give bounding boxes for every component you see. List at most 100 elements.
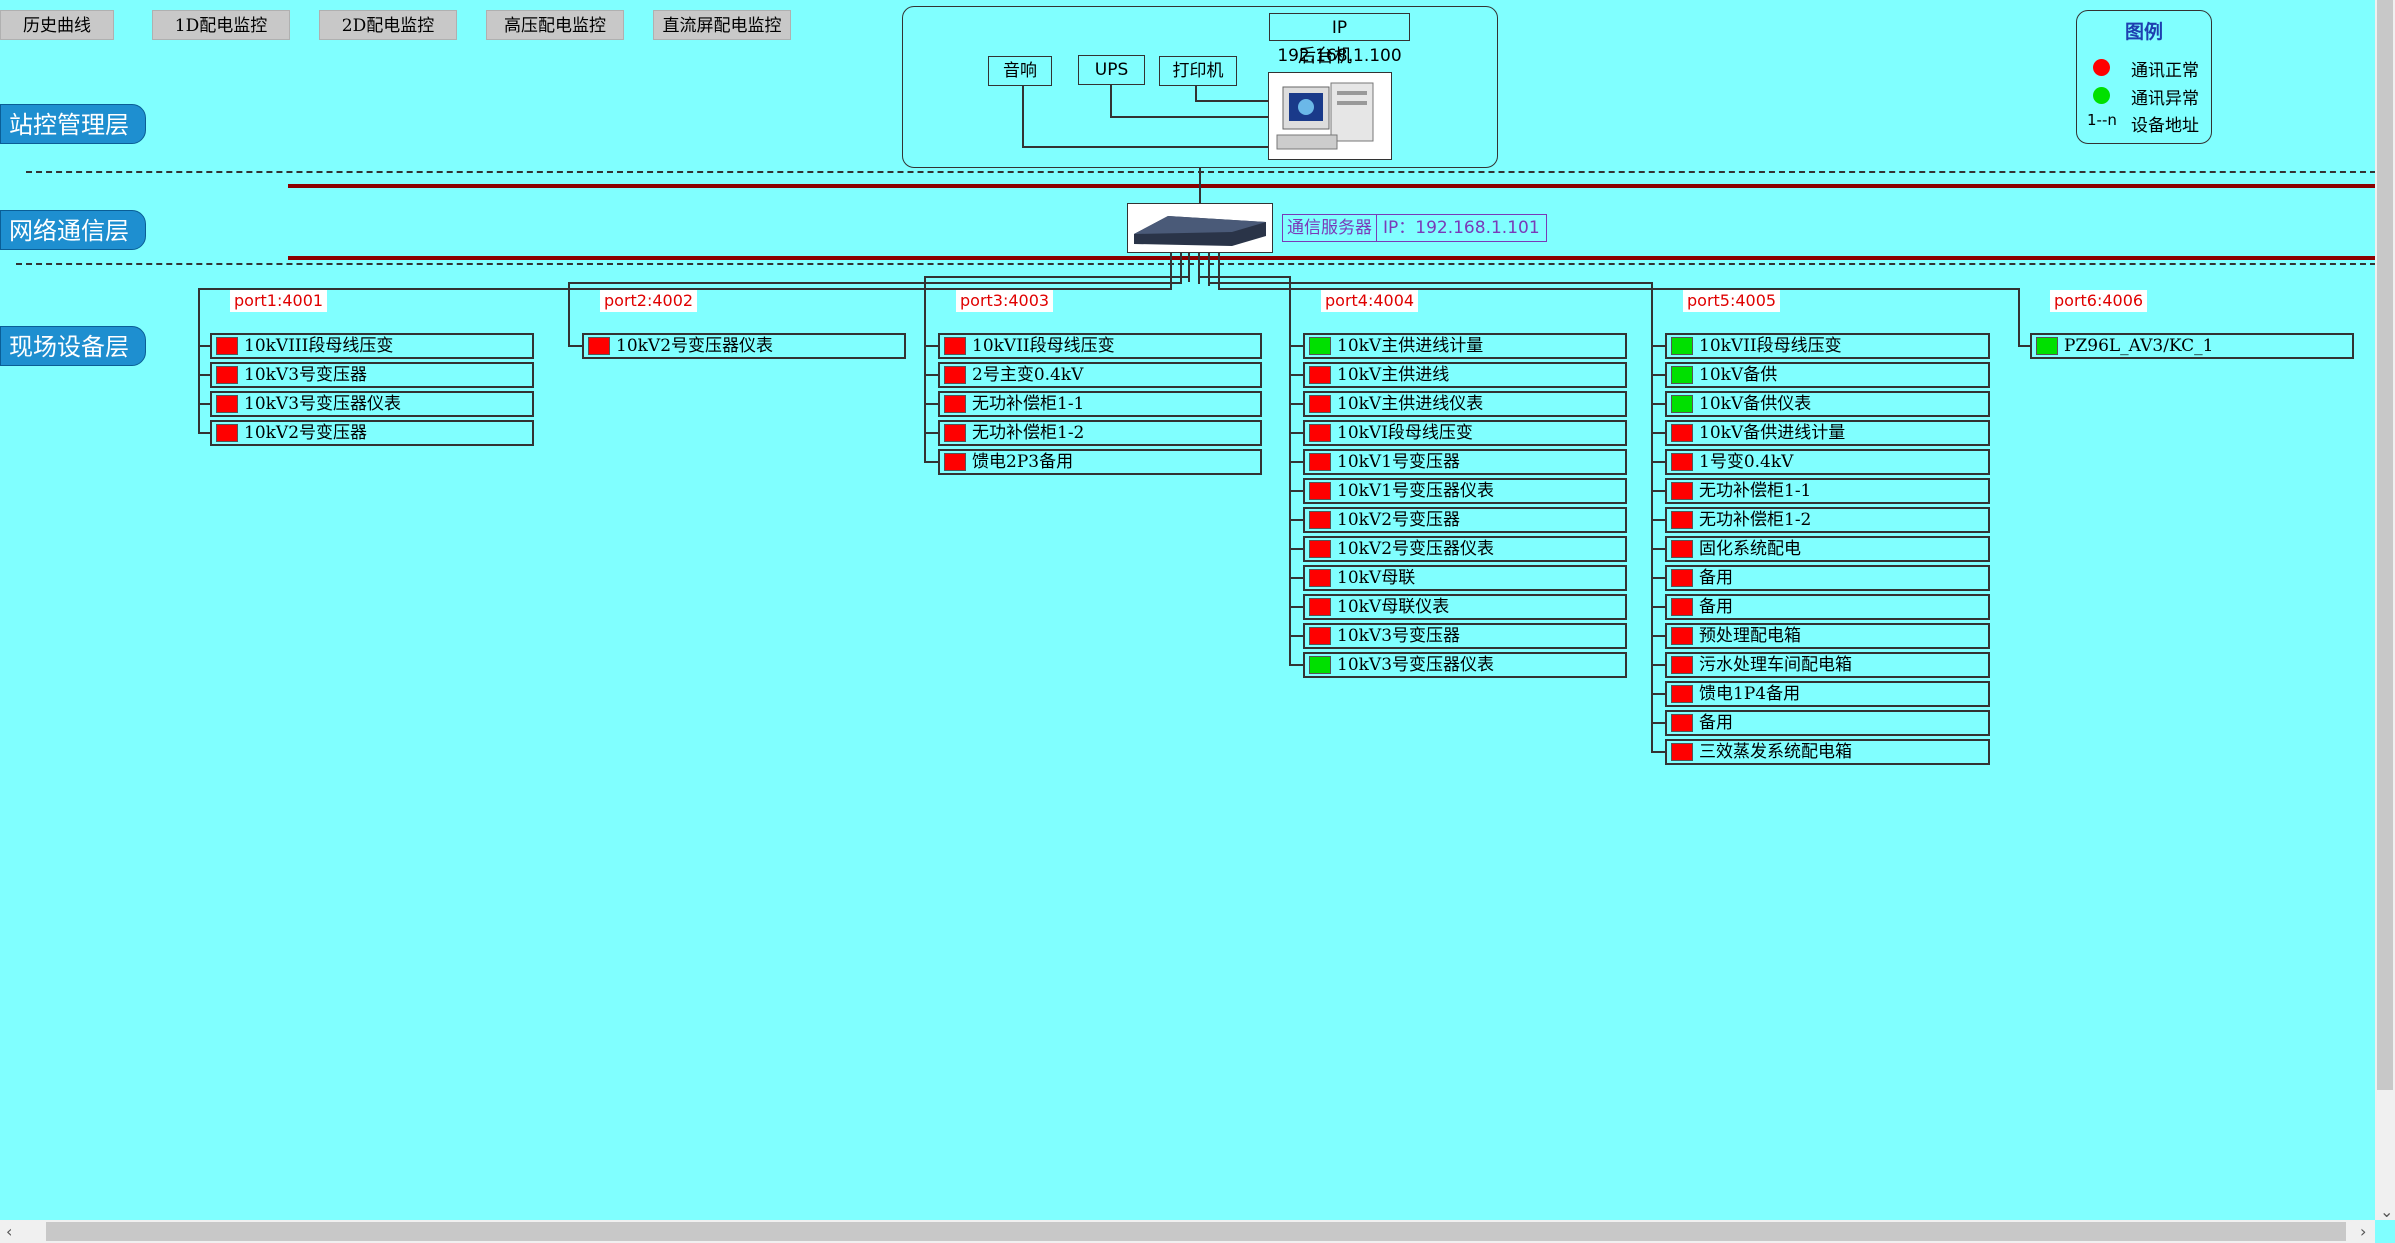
vertical-scrollbar[interactable] xyxy=(2375,0,2395,1220)
server-ip: IP：192.168.1.101 xyxy=(1383,218,1540,238)
wire xyxy=(198,345,210,347)
wire xyxy=(1208,253,1210,282)
device-row[interactable]: 10kV备供进线计量 xyxy=(1665,420,1990,446)
wire xyxy=(924,345,938,347)
device-row[interactable]: 10kVI段母线压变 xyxy=(1303,420,1627,446)
status-indicator-icon xyxy=(944,424,966,442)
nav-hv-monitor[interactable]: 高压配电监控 xyxy=(486,10,624,40)
device-label: 10kV3号变压器仪表 xyxy=(1337,655,1495,675)
device-row[interactable]: 预处理配电箱 xyxy=(1665,623,1990,649)
status-indicator-icon xyxy=(1309,366,1331,384)
device-row[interactable]: 馈电1P4备用 xyxy=(1665,681,1990,707)
status-indicator-icon xyxy=(1309,482,1331,500)
device-row[interactable]: 10kVIII段母线压变 xyxy=(210,333,534,359)
wire xyxy=(198,374,210,376)
device-row[interactable]: 10kV1号变压器仪表 xyxy=(1303,478,1627,504)
device-label: 三效蒸发系统配电箱 xyxy=(1699,742,1852,762)
wire xyxy=(924,374,938,376)
device-row[interactable]: PZ96L_AV3/KC_1 xyxy=(2030,333,2354,359)
device-row[interactable]: 无功补偿柜1-2 xyxy=(1665,507,1990,533)
wire xyxy=(568,282,1182,284)
device-row[interactable]: 备用 xyxy=(1665,594,1990,620)
device-row[interactable]: 馈电2P3备用 xyxy=(938,449,1262,475)
legend-normal-dot-icon xyxy=(2093,59,2110,76)
device-row[interactable]: 10kV主供进线 xyxy=(1303,362,1627,388)
device-row[interactable]: 三效蒸发系统配电箱 xyxy=(1665,739,1990,765)
status-indicator-icon xyxy=(1671,337,1693,355)
nav-history-curve[interactable]: 历史曲线 xyxy=(0,10,114,40)
device-row[interactable]: 10kV母联仪表 xyxy=(1303,594,1627,620)
device-row[interactable]: 10kVII段母线压变 xyxy=(938,333,1262,359)
status-indicator-icon xyxy=(1671,540,1693,558)
device-row[interactable]: 备用 xyxy=(1665,710,1990,736)
backend-label: 后台机 xyxy=(1298,46,1352,67)
device-label: 10kV备供仪表 xyxy=(1699,394,1812,414)
wire xyxy=(1651,519,1665,521)
device-row[interactable]: 10kV3号变压器仪表 xyxy=(1303,652,1627,678)
wire xyxy=(924,276,1190,278)
scroll-left-icon[interactable]: ‹ xyxy=(6,1222,12,1241)
wire xyxy=(1289,374,1303,376)
scroll-down-icon[interactable]: ⌄ xyxy=(2380,1202,2393,1221)
nav-2d-monitor[interactable]: 2D配电监控 xyxy=(319,10,457,40)
device-row[interactable]: 备用 xyxy=(1665,565,1990,591)
status-indicator-icon xyxy=(216,395,238,413)
device-row[interactable]: 10kV备供 xyxy=(1665,362,1990,388)
server-icon[interactable] xyxy=(1127,203,1273,253)
layer-field: 现场设备层 xyxy=(0,326,146,366)
device-row[interactable]: 10kV2号变压器仪表 xyxy=(1303,536,1627,562)
device-row[interactable]: 10kVII段母线压变 xyxy=(1665,333,1990,359)
device-label: 无功补偿柜1-2 xyxy=(1699,510,1812,530)
device-row[interactable]: 10kV主供进线计量 xyxy=(1303,333,1627,359)
device-row[interactable]: 10kV1号变压器 xyxy=(1303,449,1627,475)
device-row[interactable]: 无功补偿柜1-1 xyxy=(1665,478,1990,504)
device-row[interactable]: 污水处理车间配电箱 xyxy=(1665,652,1990,678)
wire xyxy=(1289,577,1303,579)
device-row[interactable]: 10kV主供进线仪表 xyxy=(1303,391,1627,417)
device-row[interactable]: 10kV3号变压器仪表 xyxy=(210,391,534,417)
device-row[interactable]: 10kV2号变压器 xyxy=(210,420,534,446)
legend-abnormal-dot-icon xyxy=(2093,87,2110,104)
device-row[interactable]: 10kV3号变压器 xyxy=(210,362,534,388)
layer-network: 网络通信层 xyxy=(0,210,146,250)
device-label: 10kV主供进线仪表 xyxy=(1337,394,1484,414)
device-label: 10kV备供进线计量 xyxy=(1699,423,1846,443)
wire xyxy=(1218,253,1220,288)
device-row[interactable]: 固化系统配电 xyxy=(1665,536,1990,562)
speaker-box[interactable]: 音响 xyxy=(988,56,1052,86)
device-row[interactable]: 10kV3号变压器 xyxy=(1303,623,1627,649)
nav-dc-monitor[interactable]: 直流屏配电监控 xyxy=(653,10,791,40)
printer-box[interactable]: 打印机 xyxy=(1159,56,1237,86)
device-label: PZ96L_AV3/KC_1 xyxy=(2064,336,2214,356)
legend-normal-label: 通讯正常 xyxy=(2131,61,2199,81)
device-row[interactable]: 10kV母联 xyxy=(1303,565,1627,591)
device-label: 1号变0.4kV xyxy=(1699,452,1794,472)
device-row[interactable]: 10kV2号变压器 xyxy=(1303,507,1627,533)
horizontal-scroll-thumb[interactable] xyxy=(46,1222,2346,1241)
scroll-right-icon[interactable]: › xyxy=(2360,1222,2366,1241)
computer-icon[interactable] xyxy=(1268,72,1392,160)
device-row[interactable]: 无功补偿柜1-1 xyxy=(938,391,1262,417)
status-indicator-icon xyxy=(1309,569,1331,587)
wire xyxy=(1208,282,1653,284)
device-row[interactable]: 1号变0.4kV xyxy=(1665,449,1990,475)
device-label: 备用 xyxy=(1699,568,1733,588)
wire xyxy=(1289,345,1303,347)
wire xyxy=(1198,253,1200,276)
status-indicator-icon xyxy=(1671,453,1693,471)
device-label: 10kV2号变压器 xyxy=(1337,510,1461,530)
device-label: 污水处理车间配电箱 xyxy=(1699,655,1852,675)
vertical-scroll-thumb[interactable] xyxy=(2377,0,2393,1090)
port-label: port5:4005 xyxy=(1683,290,1781,312)
ups-box[interactable]: UPS xyxy=(1078,55,1145,85)
separator-top xyxy=(26,171,2376,173)
port-label: port1:4001 xyxy=(230,290,328,312)
horizontal-scrollbar[interactable] xyxy=(0,1220,2375,1243)
device-row[interactable]: 2号主变0.4kV xyxy=(938,362,1262,388)
nav-1d-monitor[interactable]: 1D配电监控 xyxy=(152,10,290,40)
wire xyxy=(1289,548,1303,550)
wire xyxy=(1651,282,1653,752)
device-row[interactable]: 无功补偿柜1-2 xyxy=(938,420,1262,446)
device-row[interactable]: 10kV2号变压器仪表 xyxy=(582,333,906,359)
device-row[interactable]: 10kV备供仪表 xyxy=(1665,391,1990,417)
